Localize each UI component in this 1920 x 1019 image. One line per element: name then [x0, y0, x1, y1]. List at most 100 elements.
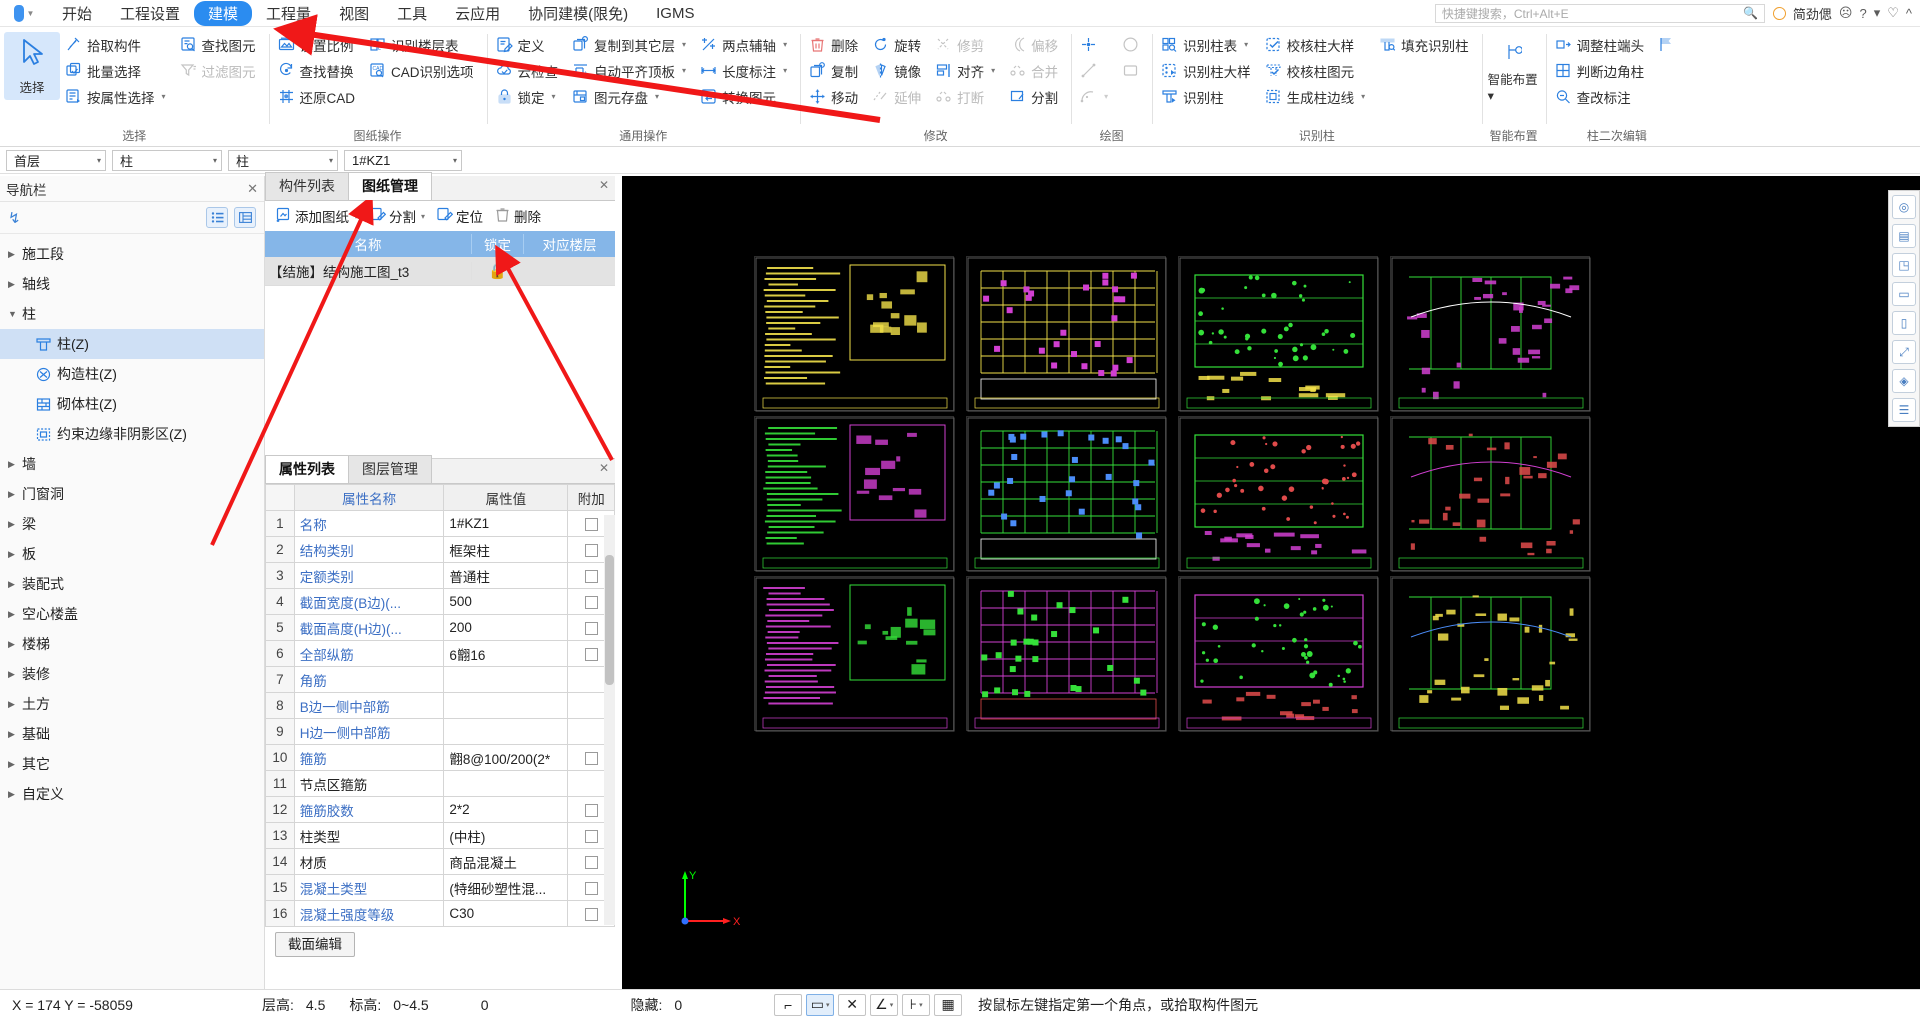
- property-row[interactable]: 5 截面高度(H边)(... 200: [265, 614, 615, 641]
- view-2d-icon[interactable]: ▤: [1892, 224, 1916, 248]
- view-front-icon[interactable]: ▭: [1892, 282, 1916, 306]
- nav-tree-item-自定义[interactable]: ▶ 自定义: [0, 779, 264, 809]
- checkbox[interactable]: [584, 543, 598, 557]
- ribbon-button-填充识别柱[interactable]: 填充识别柱: [1377, 32, 1475, 57]
- chevron-down-icon[interactable]: ▾: [655, 92, 659, 101]
- drawing-tab-构件列表[interactable]: 构件列表: [265, 172, 349, 200]
- close-icon[interactable]: ✕: [599, 461, 609, 475]
- chevron-right-icon[interactable]: ▶: [8, 639, 22, 650]
- property-row[interactable]: 4 截面宽度(B边)(... 500: [265, 588, 615, 615]
- property-row[interactable]: 6 全部纵筋 6䎖16: [265, 640, 615, 667]
- ribbon-button-复制到其它层[interactable]: 复制到其它层 ▾: [570, 32, 692, 57]
- menu-item-1[interactable]: 工程设置: [106, 1, 194, 26]
- drawing-thumbnail[interactable]: [754, 256, 955, 412]
- checkbox[interactable]: [584, 855, 598, 869]
- status-tool-angle-icon[interactable]: ∠ ▾: [870, 993, 899, 1016]
- chevron-right-icon[interactable]: ▶: [8, 669, 22, 680]
- drawing-thumbnail[interactable]: [754, 576, 955, 732]
- ribbon-button-point-icon[interactable]: [1078, 32, 1114, 57]
- chevron-down-icon[interactable]: ▾: [329, 156, 333, 165]
- chevron-down-icon[interactable]: ▾: [421, 212, 425, 221]
- property-row-value[interactable]: (中柱): [443, 822, 569, 849]
- nav-tree-item-板[interactable]: ▶ 板: [0, 539, 264, 569]
- property-row-value[interactable]: 商品混凝土: [443, 848, 569, 875]
- property-row[interactable]: 2 结构类别 框架柱: [265, 536, 615, 563]
- status-tool-extend-snap-icon[interactable]: ⊦ ▾: [902, 993, 931, 1016]
- chevron-down-icon[interactable]: ▾: [991, 66, 995, 75]
- nav-tree-item-梁[interactable]: ▶ 梁: [0, 509, 264, 539]
- ribbon-button-还原CAD[interactable]: 还原CAD: [276, 84, 362, 109]
- ribbon-button-校核柱大样[interactable]: 校核柱大样: [1263, 32, 1372, 57]
- ribbon-button-复制[interactable]: 复制: [807, 58, 864, 83]
- close-icon[interactable]: ✕: [599, 178, 609, 192]
- nav-tree-item-施工段[interactable]: ▶ 施工段: [0, 239, 264, 269]
- nav-tree-item-基础[interactable]: ▶ 基础: [0, 719, 264, 749]
- drawing-thumbnail[interactable]: [754, 416, 955, 572]
- property-row-value[interactable]: 200: [443, 614, 569, 641]
- pan-orbit-icon[interactable]: ◎: [1892, 195, 1916, 219]
- chevron-down-icon[interactable]: ▾: [682, 40, 686, 49]
- expand-all-icon[interactable]: ↯: [8, 209, 200, 227]
- detail-view-icon[interactable]: [234, 207, 256, 228]
- property-tab-图层管理[interactable]: 图层管理: [348, 455, 432, 483]
- nav-tree-item-墙[interactable]: ▶ 墙: [0, 449, 264, 479]
- chevron-down-icon[interactable]: ▾: [783, 40, 787, 49]
- nav-tree-item-砌体柱(Z)[interactable]: 砌体柱(Z): [0, 389, 264, 419]
- property-row[interactable]: 9 H边一侧中部筋: [265, 718, 615, 745]
- ribbon-button-删除[interactable]: 删除: [807, 32, 864, 57]
- property-row-value[interactable]: 䎖8@100/200(2*: [443, 744, 569, 771]
- property-row-value[interactable]: [443, 692, 569, 719]
- property-row[interactable]: 8 B边一侧中部筋: [265, 692, 615, 719]
- chevron-right-icon[interactable]: ▶: [8, 549, 22, 560]
- menu-item-8[interactable]: IGMS: [642, 3, 708, 24]
- ribbon-button-按属性选择[interactable]: 按属性选择 ▾: [63, 84, 172, 109]
- scrollbar-thumb[interactable]: [605, 555, 614, 685]
- ribbon-button-识别楼层表[interactable]: L 识别楼层表: [367, 32, 480, 57]
- view-side-icon[interactable]: ▯: [1892, 311, 1916, 335]
- chevron-right-icon[interactable]: ▶: [8, 489, 22, 500]
- nav-tree-item-约束边缘非阴影区(Z)[interactable]: 约束边缘非阴影区(Z): [0, 419, 264, 449]
- ribbon-button-column-flag-icon[interactable]: [1656, 32, 1681, 57]
- nav-tree-item-装修[interactable]: ▶ 装修: [0, 659, 264, 689]
- menu-item-5[interactable]: 工具: [383, 1, 441, 26]
- property-row[interactable]: 15 混凝土类型 (特细砂塑性混...: [265, 874, 615, 901]
- component-type-select[interactable]: 柱 ▾: [112, 149, 222, 171]
- drawing-tab-图纸管理[interactable]: 图纸管理: [348, 172, 432, 200]
- property-row-value[interactable]: 6䎖16: [443, 640, 569, 667]
- ribbon-button-判断边角柱[interactable]: 判断边角柱: [1553, 58, 1651, 83]
- property-row[interactable]: 13 柱类型 (中柱): [265, 822, 615, 849]
- ribbon-button-移动[interactable]: 移动: [807, 84, 864, 109]
- legend-icon[interactable]: ☰: [1892, 398, 1916, 422]
- chevron-down-icon[interactable]: ▾: [552, 92, 556, 101]
- cad-canvas[interactable]: Y X: [622, 176, 1920, 989]
- nav-tree-item-空心楼盖[interactable]: ▶ 空心楼盖: [0, 599, 264, 629]
- property-row[interactable]: 10 箍筋 䎖8@100/200(2*: [265, 744, 615, 771]
- property-row[interactable]: 12 箍筋胶数 2*2: [265, 796, 615, 823]
- ribbon-button-查改标注[interactable]: 查改标注: [1553, 84, 1651, 109]
- nav-tree-item-轴线[interactable]: ▶ 轴线: [0, 269, 264, 299]
- property-row[interactable]: 1 名称 1#KZ1: [265, 510, 615, 537]
- drawing-thumbnail[interactable]: [966, 416, 1167, 572]
- checkbox[interactable]: [584, 569, 598, 583]
- drawing-thumbnail[interactable]: [1178, 256, 1379, 412]
- lock-icon[interactable]: 🔒: [488, 262, 507, 280]
- chevron-down-icon[interactable]: ▾: [354, 212, 358, 221]
- checkbox[interactable]: [584, 595, 598, 609]
- ribbon-button-查找替换[interactable]: 查找替换: [276, 58, 362, 83]
- property-tab-属性列表[interactable]: 属性列表: [265, 455, 349, 483]
- section-edit-button[interactable]: 截面编辑: [275, 932, 355, 957]
- checkbox[interactable]: [584, 647, 598, 661]
- ribbon-button-自动平齐顶板[interactable]: A 自动平齐顶板 ▾: [570, 58, 692, 83]
- drawing-thumbnail[interactable]: [966, 576, 1167, 732]
- ribbon-button-校核柱图元[interactable]: 校核柱图元: [1263, 58, 1372, 83]
- property-row-value[interactable]: 框架柱: [443, 536, 569, 563]
- ribbon-button-识别柱表[interactable]: 识别柱表 ▾: [1159, 32, 1257, 57]
- property-row[interactable]: 3 定额类别 普通柱: [265, 562, 615, 589]
- nav-tree-item-土方[interactable]: ▶ 土方: [0, 689, 264, 719]
- nav-tree-item-构造柱(Z)[interactable]: 构造柱(Z): [0, 359, 264, 389]
- property-row-value[interactable]: [443, 718, 569, 745]
- drawing-thumbnail[interactable]: [1390, 256, 1591, 412]
- ribbon-button-拾取构件[interactable]: 拾取构件: [63, 32, 172, 57]
- checkbox[interactable]: [584, 751, 598, 765]
- checkbox[interactable]: [584, 829, 598, 843]
